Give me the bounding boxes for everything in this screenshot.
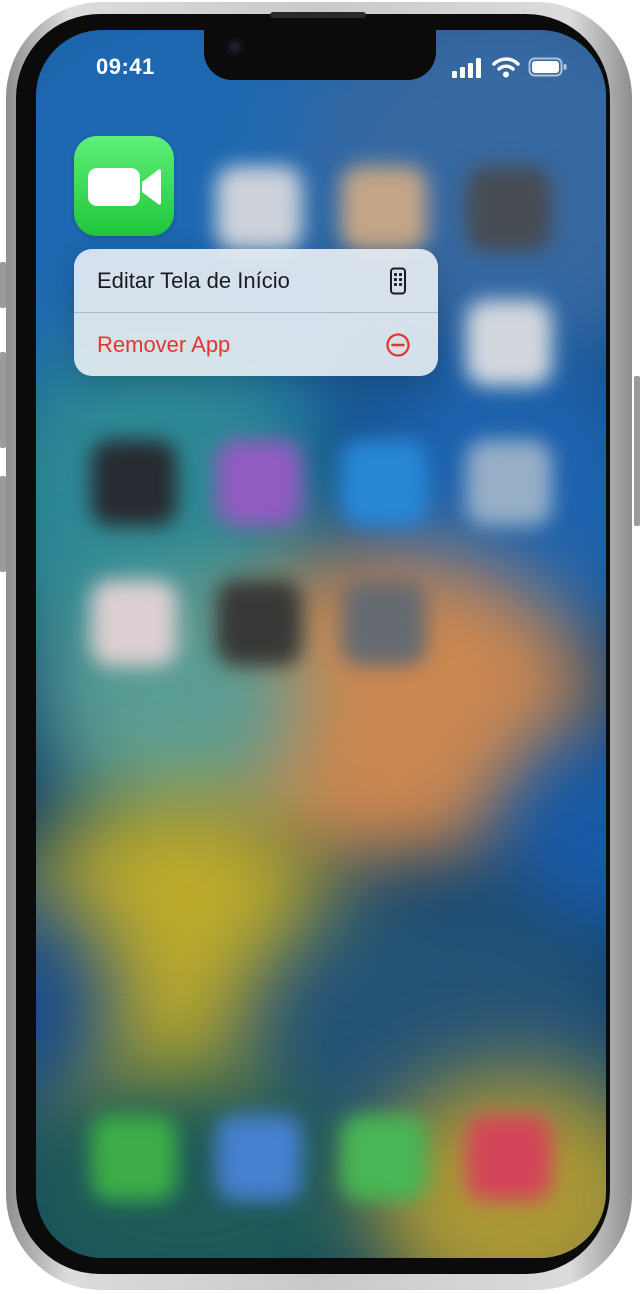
edit-home-screen-label: Editar Tela de Início	[97, 268, 290, 293]
remove-app-menu-item[interactable]: Remover App	[74, 313, 438, 376]
facetime-video-camera-icon	[88, 168, 161, 206]
minus-circle-icon	[386, 333, 410, 357]
status-time: 09:41	[96, 54, 155, 79]
phone-screen-icon	[390, 267, 406, 295]
wifi-icon	[492, 57, 520, 78]
facetime-app-icon[interactable]	[74, 136, 174, 236]
battery-icon	[528, 57, 567, 77]
cellular-signal-icon	[452, 58, 481, 78]
app-context-menu: Editar Tela de Início Remover App	[74, 249, 438, 376]
volume-down-button	[0, 476, 6, 572]
remove-app-label: Remover App	[97, 332, 231, 357]
edit-home-screen-menu-item[interactable]: Editar Tela de Início	[74, 249, 438, 312]
volume-up-button	[0, 352, 6, 448]
earpiece-speaker	[270, 12, 366, 18]
action-button	[0, 262, 6, 308]
front-camera	[226, 38, 244, 56]
status-icons	[450, 56, 570, 80]
power-button	[634, 376, 640, 526]
